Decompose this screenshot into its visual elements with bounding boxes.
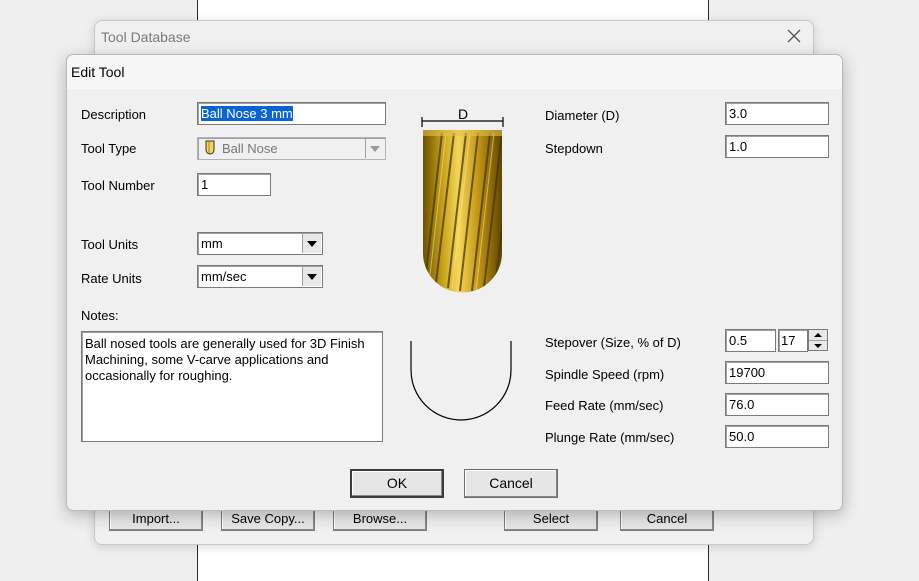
diameter-dimension-label: D — [458, 106, 468, 122]
plunge-rate-input[interactable]: 50.0 — [725, 425, 829, 448]
stepover-size-input[interactable]: 0.5 — [725, 329, 776, 352]
feed-rate-input[interactable]: 76.0 — [725, 393, 829, 416]
rate-units-select[interactable]: mm/sec — [197, 265, 323, 288]
dialog-titlebar: Edit Tool — [67, 55, 842, 89]
tool-type-value: Ball Nose — [222, 141, 278, 156]
tool-units-value: mm — [201, 236, 223, 251]
ball-nose-tool-icon — [204, 140, 216, 159]
cancel-button[interactable]: Cancel — [464, 469, 558, 498]
diameter-label: Diameter (D) — [545, 108, 620, 123]
ok-button[interactable]: OK — [350, 469, 444, 498]
tool-units-select[interactable]: mm — [197, 232, 323, 255]
stepdown-input[interactable]: 1.0 — [725, 135, 829, 158]
notes-textarea[interactable]: Ball nosed tools are generally used for … — [81, 331, 383, 442]
tool-number-input[interactable]: 1 — [197, 173, 271, 196]
tool-type-label: Tool Type — [81, 141, 137, 156]
chevron-down-icon[interactable] — [302, 234, 321, 253]
tool-diagram: D — [412, 103, 512, 293]
close-icon[interactable] — [785, 27, 803, 45]
diameter-input[interactable]: 3.0 — [725, 102, 829, 125]
description-label: Description — [81, 107, 147, 122]
chevron-down-icon[interactable] — [302, 267, 321, 286]
notes-label: Notes: — [81, 308, 119, 323]
tool-number-label: Tool Number — [81, 178, 155, 193]
description-value: Ball Nose 3 mm — [201, 106, 293, 121]
spindle-speed-label: Spindle Speed (rpm) — [545, 367, 665, 382]
spindle-speed-input[interactable]: 19700 — [725, 361, 829, 384]
tool-database-title: Tool Database — [101, 29, 191, 45]
spin-down-icon[interactable] — [809, 341, 827, 351]
description-input[interactable]: Ball Nose 3 mm — [197, 102, 386, 125]
plunge-rate-label: Plunge Rate (mm/sec) — [545, 430, 675, 445]
dialog-title: Edit Tool — [71, 64, 125, 80]
tool-units-label: Tool Units — [81, 237, 139, 252]
feed-rate-label: Feed Rate (mm/sec) — [545, 398, 664, 413]
tool-profile-outline — [409, 340, 515, 425]
rate-units-label: Rate Units — [81, 271, 142, 286]
stepover-label: Stepover (Size, % of D) — [545, 335, 681, 350]
chevron-down-icon — [365, 139, 384, 158]
rate-units-value: mm/sec — [201, 269, 247, 284]
stepover-percent-input[interactable]: 17 — [778, 329, 808, 352]
stepover-percent-spinner[interactable] — [808, 329, 828, 351]
tool-type-select[interactable]: Ball Nose — [197, 137, 386, 160]
stepdown-label: Stepdown — [545, 141, 603, 156]
edit-tool-dialog: Edit Tool Description Ball Nose 3 mm Too… — [66, 54, 843, 511]
spin-up-icon[interactable] — [809, 330, 827, 341]
